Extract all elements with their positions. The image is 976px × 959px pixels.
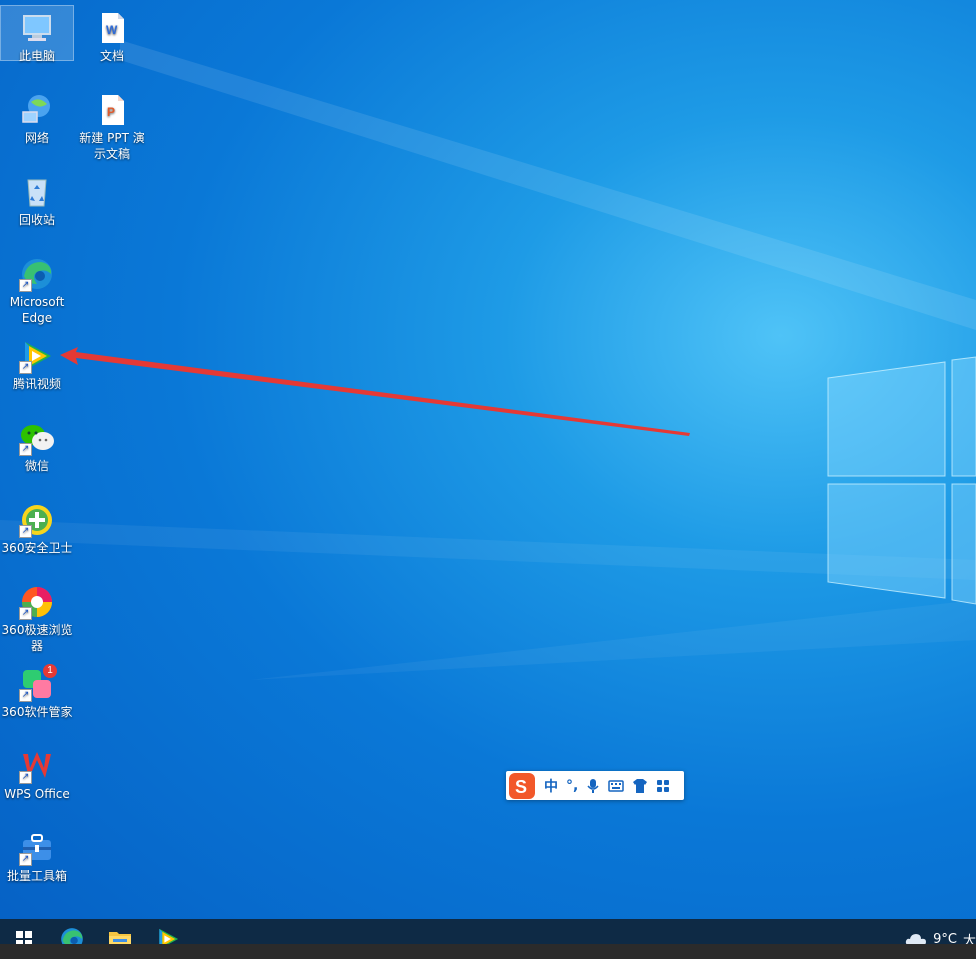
- desktop-icon-label: 360软件管家: [1, 705, 73, 719]
- computer-icon: [19, 10, 55, 46]
- ime-punctuation-toggle[interactable]: °,: [566, 778, 578, 794]
- desktop-icon-label: 新建 PPT 演示文稿: [79, 131, 145, 161]
- desktop-icon-tencent-video[interactable]: ↗ 腾讯视频: [1, 334, 73, 392]
- desktop-icon-label: 回收站: [18, 213, 55, 227]
- desktop-icon-new-ppt[interactable]: P 新建 PPT 演示文稿: [76, 88, 148, 162]
- desktop-icon-360-browser[interactable]: ↗ 360极速浏览器: [1, 580, 73, 654]
- shortcut-arrow-icon: ↗: [19, 443, 32, 456]
- svg-text:S: S: [515, 777, 527, 797]
- desktop-icon-document[interactable]: W 文档: [76, 6, 148, 64]
- desktop-icon-label: 腾讯视频: [12, 377, 61, 391]
- microphone-icon[interactable]: [586, 778, 600, 794]
- word-document-icon: W: [94, 10, 130, 46]
- svg-text:W: W: [106, 23, 118, 37]
- desktop-icon-wps-office[interactable]: ↗ WPS Office: [1, 744, 73, 802]
- desktop-icon-label: Microsoft Edge: [9, 295, 65, 325]
- ppt-document-icon: P: [94, 92, 130, 128]
- ime-toolbar[interactable]: S 中 °,: [506, 771, 684, 800]
- desktop-icon-label: WPS Office: [4, 787, 70, 801]
- toolbox-grid-icon[interactable]: [656, 779, 670, 793]
- shortcut-arrow-icon: ↗: [19, 361, 32, 374]
- tencent-video-icon: ↗: [19, 338, 55, 374]
- desktop-icon-edge[interactable]: ↗ Microsoft Edge: [1, 252, 73, 326]
- toolbox-icon: ↗: [19, 830, 55, 866]
- desktop-icon-label: 网络: [24, 131, 49, 145]
- skin-shirt-icon[interactable]: [632, 778, 648, 794]
- desktop-icon-label: 文档: [99, 49, 124, 63]
- desktop-icon-label: 此电脑: [18, 49, 55, 63]
- desktop-icon-recycle-bin[interactable]: 回收站: [1, 170, 73, 228]
- desktop-icon-label: 批量工具箱: [6, 869, 67, 883]
- 360-browser-icon: ↗: [19, 584, 55, 620]
- 360-security-icon: ↗: [19, 502, 55, 538]
- shortcut-arrow-icon: ↗: [19, 853, 32, 866]
- shortcut-arrow-icon: ↗: [19, 607, 32, 620]
- bottom-edge: [0, 944, 976, 959]
- svg-text:P: P: [107, 105, 115, 119]
- ime-mode-toggle[interactable]: 中: [544, 776, 558, 796]
- desktop-icon-wechat[interactable]: ↗ 微信: [1, 416, 73, 474]
- desktop-icon-label: 微信: [24, 459, 49, 473]
- shortcut-arrow-icon: ↗: [19, 525, 32, 538]
- desktop-icon-360-software-manager[interactable]: ↗ 1 360软件管家: [1, 662, 73, 720]
- recycle-bin-icon: [19, 174, 55, 210]
- shortcut-arrow-icon: ↗: [19, 689, 32, 702]
- keyboard-icon[interactable]: [608, 779, 625, 793]
- desktop-icon-label: 360极速浏览器: [1, 623, 73, 653]
- desktop-icon-toolbox[interactable]: ↗ 批量工具箱: [1, 826, 73, 884]
- notification-badge: 1: [43, 664, 57, 678]
- wechat-icon: ↗: [19, 420, 55, 456]
- sogou-logo-icon[interactable]: S: [508, 772, 536, 800]
- wps-office-icon: ↗: [19, 748, 55, 784]
- desktop-icon-360-security[interactable]: ↗ 360安全卫士: [1, 498, 73, 556]
- desktop-icon-label: 360安全卫士: [1, 541, 73, 555]
- edge-icon: ↗: [19, 256, 55, 292]
- desktop-icon-this-pc[interactable]: 此电脑: [0, 5, 74, 63]
- shortcut-arrow-icon: ↗: [19, 279, 32, 292]
- network-icon: [19, 92, 55, 128]
- desktop-icon-network[interactable]: 网络: [1, 88, 73, 146]
- 360-software-manager-icon: ↗ 1: [19, 664, 57, 702]
- shortcut-arrow-icon: ↗: [19, 771, 32, 784]
